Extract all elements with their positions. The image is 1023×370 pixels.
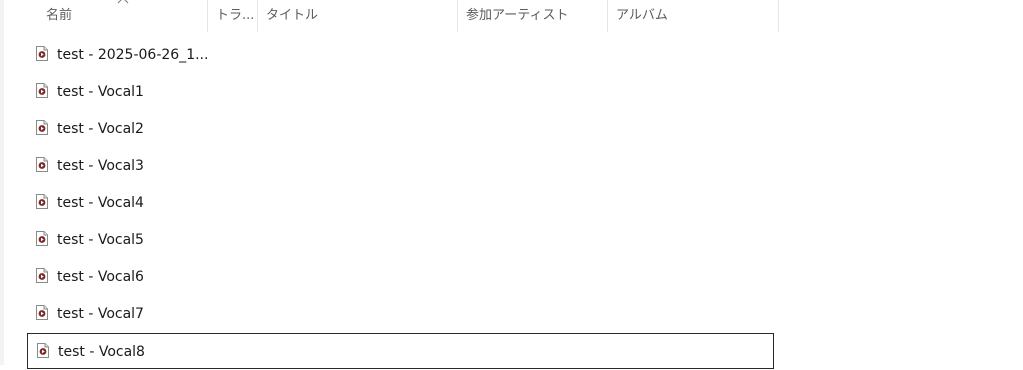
audio-file-icon <box>36 157 48 172</box>
file-row[interactable]: test - Vocal3 <box>27 148 774 184</box>
audio-file-icon <box>36 120 48 135</box>
audio-file-icon <box>36 268 48 283</box>
file-name: test - Vocal4 <box>57 195 144 211</box>
audio-file-icon <box>36 194 48 209</box>
file-row[interactable]: test - Vocal2 <box>27 111 774 147</box>
file-row[interactable]: test - Vocal5 <box>27 222 774 258</box>
audio-file-icon <box>37 343 49 358</box>
file-name: test - Vocal2 <box>57 121 144 137</box>
audio-file-icon <box>36 46 48 61</box>
file-name: test - 2025-06-26_1... <box>57 47 209 63</box>
file-row[interactable]: test - Vocal7 <box>27 296 774 332</box>
audio-file-icon <box>36 231 48 246</box>
navigation-pane-edge <box>0 0 4 365</box>
file-name: test - Vocal6 <box>57 269 144 285</box>
audio-file-icon <box>36 305 48 320</box>
audio-file-icon <box>36 83 48 98</box>
file-name: test - Vocal3 <box>57 158 144 174</box>
column-header-name[interactable]: 名前 <box>38 0 208 32</box>
column-header-title[interactable]: タイトル <box>258 0 458 32</box>
column-header-album[interactable]: アルバム <box>608 0 779 32</box>
column-header-artist[interactable]: 参加アーティスト <box>458 0 608 32</box>
file-row[interactable]: test - Vocal8 <box>27 333 774 369</box>
file-row[interactable]: test - Vocal4 <box>27 185 774 221</box>
column-header: 名前 トラ... タイトル 参加アーティスト アルバム <box>0 0 1023 32</box>
column-header-track[interactable]: トラ... <box>208 0 258 32</box>
file-row[interactable]: test - Vocal6 <box>27 259 774 295</box>
file-name: test - Vocal7 <box>57 306 144 322</box>
file-row[interactable]: test - Vocal1 <box>27 74 774 110</box>
file-row[interactable]: test - 2025-06-26_1... <box>27 37 774 73</box>
file-name: test - Vocal1 <box>57 84 144 100</box>
file-name: test - Vocal5 <box>57 232 144 248</box>
